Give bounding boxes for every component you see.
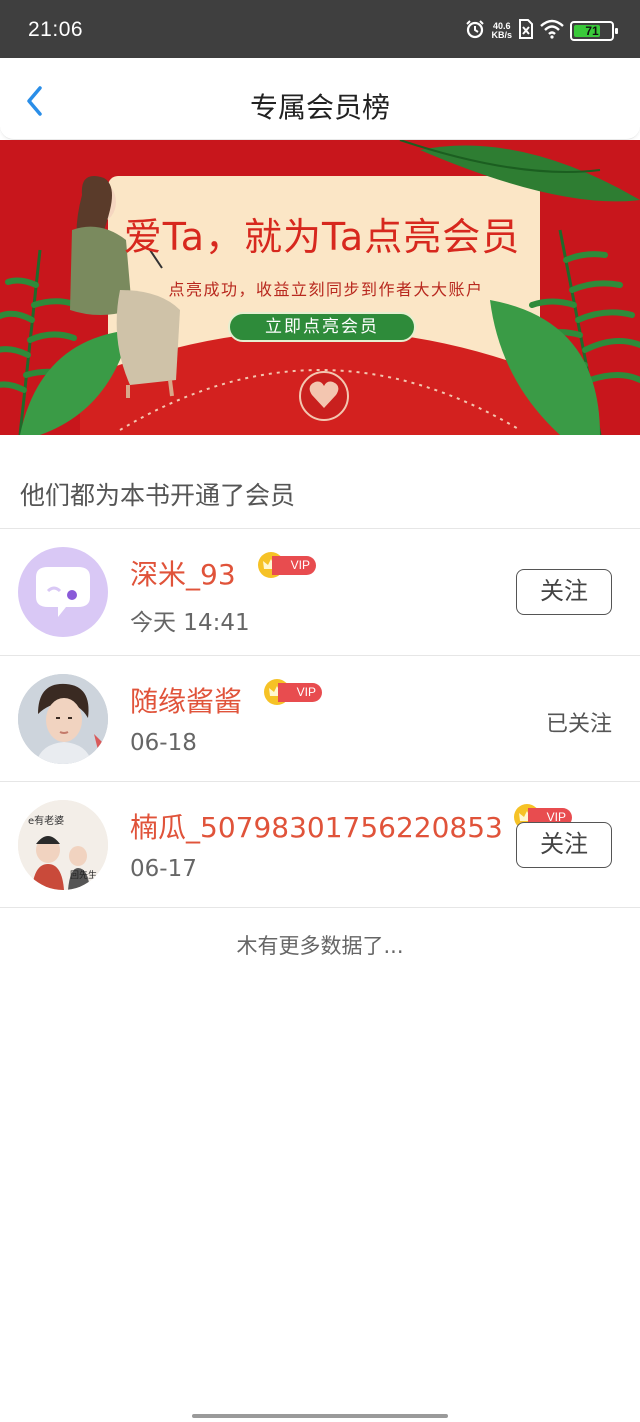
net-speed: 40.6 KB/s	[491, 22, 512, 40]
divider	[0, 907, 640, 908]
svg-text:回先生: 回先生	[70, 869, 97, 881]
svg-text:e有老婆: e有老婆	[28, 814, 64, 827]
section-heading: 他们都为本书开通了会员	[20, 481, 296, 510]
member-name[interactable]: 深米_93	[130, 553, 236, 593]
header: 专属会员榜	[0, 58, 640, 140]
member-row[interactable]: 深米_93 VIP 今天 14:41 关注	[0, 529, 640, 655]
banner-headline: 爱Ta，就为Ta点亮会员	[123, 215, 521, 259]
member-name[interactable]: 楠瓜_50798301756220853	[130, 806, 503, 846]
avatar[interactable]	[18, 674, 108, 764]
home-indicator[interactable]	[192, 1414, 448, 1418]
status-icons: 40.6 KB/s 71	[465, 19, 618, 43]
status-bar: 21:06 40.6 KB/s 71	[0, 0, 640, 58]
member-name[interactable]: 随缘酱酱	[130, 680, 242, 720]
avatar[interactable]: e有老婆 回先生	[18, 800, 108, 890]
follow-button[interactable]: 关注	[516, 822, 612, 868]
battery-icon: 71	[570, 21, 618, 41]
wifi-icon	[540, 19, 564, 43]
no-more-data-text: 木有更多数据了...	[236, 934, 404, 958]
couple-cartoon-avatar-image: e有老婆 回先生	[18, 800, 108, 890]
light-up-membership-button[interactable]: 立即点亮会员	[228, 312, 416, 342]
member-row[interactable]: 随缘酱酱 VIP 06-18 已关注	[0, 656, 640, 782]
member-date: 今天 14:41	[130, 610, 250, 636]
battery-level: 71	[585, 24, 599, 38]
sim-off-icon	[518, 19, 534, 43]
membership-banner[interactable]: 爱Ta，就为Ta点亮会员 点亮成功，收益立刻同步到作者大大账户 立即点亮会员	[0, 140, 640, 435]
vip-label: VIP	[278, 683, 322, 702]
banner-subtitle: 点亮成功，收益立刻同步到作者大大账户	[168, 280, 484, 299]
chat-bubble-avatar-icon	[36, 567, 90, 617]
member-row[interactable]: e有老婆 回先生 楠瓜_50798301756220853 VIP 06-17 …	[0, 782, 640, 908]
member-date: 06-18	[130, 730, 197, 756]
page-title: 专属会员榜	[249, 91, 390, 124]
avatar[interactable]	[18, 547, 108, 637]
follow-button[interactable]: 关注	[516, 569, 612, 615]
status-time: 21:06	[28, 18, 84, 41]
alarm-icon	[465, 19, 485, 43]
net-speed-unit: KB/s	[491, 30, 512, 40]
followed-status[interactable]: 已关注	[546, 706, 612, 738]
vip-label: VIP	[272, 556, 316, 575]
portrait-avatar-image	[18, 674, 108, 764]
member-date: 06-17	[130, 856, 197, 882]
